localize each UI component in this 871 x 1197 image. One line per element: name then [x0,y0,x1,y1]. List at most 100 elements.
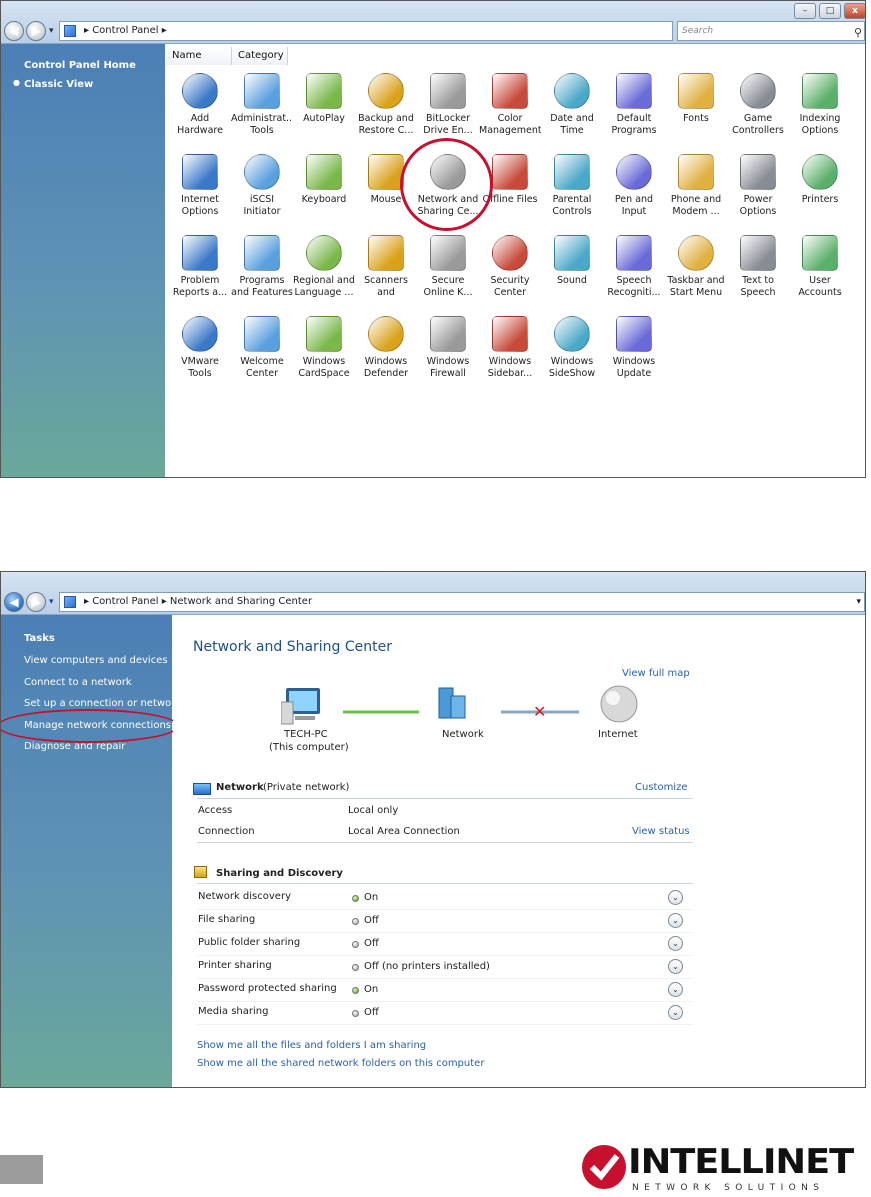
network-sharing-center-window: ◀ ▶ ▾ ▸ Control Panel ▸ Network and Shar… [0,571,866,1088]
close-button[interactable]: x [844,3,865,19]
show-shared-folders-link[interactable]: Show me all the shared network folders o… [197,1058,484,1069]
sharing-row-label: Public folder sharing [198,937,301,948]
cp-item-internet-options[interactable]: Internet Options [169,154,231,218]
cp-item-label: Taskbar and Start Menu [667,275,725,298]
cp-item-label: Windows SideShow [548,356,596,379]
back-button[interactable]: ◀ [4,21,24,41]
cp-item-pen-input[interactable]: Pen and Input Devices [603,154,665,218]
cp-item-programs-features[interactable]: Programs and Features [231,235,293,299]
expand-chevron-icon[interactable]: ⌄ [668,936,683,951]
breadcrumb-control-panel[interactable]: Control Panel [92,596,158,607]
cp-item-firewall[interactable]: Windows Firewall [417,316,479,380]
cp-item-bitlocker[interactable]: BitLocker Drive En... [417,73,479,137]
cp-item-windows-update[interactable]: Windows Update [603,316,665,380]
cp-item-text-to-speech[interactable]: Text to Speech [727,235,789,299]
cp-item-sidebar[interactable]: Windows Sidebar... [479,316,541,380]
breadcrumb-network-sharing[interactable]: Network and Sharing Center [170,596,312,607]
sharing-row-status: On [364,892,379,903]
back-button[interactable]: ◀ [4,592,24,612]
cp-item-scanner-camera[interactable]: Scanners and Cameras [355,235,417,299]
cp-item-user-accounts[interactable]: User Accounts [789,235,851,299]
column-header-name[interactable]: Name [166,47,232,65]
recent-pages-dropdown[interactable]: ▾ [49,597,54,607]
cp-item-date-time[interactable]: Date and Time [541,73,603,137]
sharing-row-status: Off [364,915,379,926]
view-full-map-link[interactable]: View full map [622,668,690,679]
cp-item-color-management[interactable]: Color Management [479,73,541,137]
cp-item-defender[interactable]: Windows Defender [355,316,417,380]
keyboard-icon [306,154,342,190]
customize-link[interactable]: Customize [635,782,688,793]
cp-item-printer[interactable]: Printers [789,154,851,218]
cp-item-power-options[interactable]: Power Options [727,154,789,218]
address-bar-area: ◀ ▶ ▾ ▸ Control Panel ▸ Network and Shar… [1,572,865,615]
status-on-icon [352,895,359,902]
cp-item-game-controller[interactable]: Game Controllers [727,73,789,137]
cp-item-sideshow[interactable]: Windows SideShow [541,316,603,380]
recent-pages-dropdown[interactable]: ▾ [49,26,54,36]
cp-item-default-programs[interactable]: Default Programs [603,73,665,137]
cp-item-secure-online-key[interactable]: Secure Online K... [417,235,479,299]
cp-item-sound[interactable]: Sound [541,235,603,299]
cp-item-autoplay[interactable]: AutoPlay [293,73,355,137]
cp-item-welcome-center[interactable]: Welcome Center [231,316,293,380]
connection-value: Local Area Connection [348,826,460,837]
network-name: Network [216,782,264,793]
expand-chevron-icon[interactable]: ⌄ [668,890,683,905]
network-icon [64,596,76,608]
sharing-row-label: Password protected sharing [198,983,337,994]
sidebar-control-panel-home[interactable]: Control Panel Home [24,60,136,71]
cp-item-vmware-tools[interactable]: VMware Tools [169,316,231,380]
brand-tagline: NETWORK SOLUTIONS [632,1183,825,1193]
text-to-speech-icon [740,235,776,271]
internet-options-icon [182,154,218,190]
cp-item-keyboard[interactable]: Keyboard [293,154,355,218]
sidebar-icon [492,316,528,352]
cp-item-cardspace[interactable]: Windows CardSpace [293,316,355,380]
cp-item-problem-reports[interactable]: Problem Reports a... [169,235,231,299]
cp-item-security-center[interactable]: Security Center [479,235,541,299]
column-header-category[interactable]: Category [232,47,288,65]
search-input[interactable]: Search ⚲ [677,21,865,41]
security-center-icon [492,235,528,271]
cp-item-label: Windows Defender [363,356,409,379]
cp-item-regional-language[interactable]: Regional and Language ... [293,235,355,299]
address-dropdown-icon[interactable]: ▾ [856,593,861,611]
forward-button[interactable]: ▶ [26,592,46,612]
cp-item-label: iSCSI Initiator [243,194,281,217]
cp-item-label: Keyboard [301,194,347,205]
show-shared-files-link[interactable]: Show me all the files and folders I am s… [197,1040,426,1051]
parental-controls-icon [554,154,590,190]
expand-chevron-icon[interactable]: ⌄ [668,982,683,997]
search-icon[interactable]: ⚲ [854,24,862,42]
task-setup-connection[interactable]: Set up a connection or network [24,698,181,709]
expand-chevron-icon[interactable]: ⌄ [668,1005,683,1020]
forward-button[interactable]: ▶ [26,21,46,41]
cp-item-parental-controls[interactable]: Parental Controls [541,154,603,218]
address-field[interactable]: ▸ Control Panel ▸ Network and Sharing Ce… [59,592,865,612]
cp-item-add-hardware[interactable]: Add Hardware [169,73,231,137]
sharing-row: Media sharing Off ⌄ [197,1001,692,1025]
cp-item-label: Security Center [490,275,530,298]
cp-item-taskbar-start-menu[interactable]: Taskbar and Start Menu [665,235,727,299]
task-connect-network[interactable]: Connect to a network [24,677,132,688]
expand-chevron-icon[interactable]: ⌄ [668,913,683,928]
cp-item-administrative-tools[interactable]: Administrat... Tools [231,73,293,137]
minimize-button[interactable]: – [794,3,816,19]
welcome-center-icon [244,316,280,352]
expand-chevron-icon[interactable]: ⌄ [668,959,683,974]
maximize-button[interactable]: □ [819,3,841,19]
cp-item-speech-recognition[interactable]: Speech Recogniti... [603,235,665,299]
breadcrumb-control-panel[interactable]: Control Panel [92,25,158,36]
sidebar-classic-view[interactable]: Classic View [24,79,93,90]
cp-item-fonts[interactable]: Fonts [665,73,727,137]
view-status-link[interactable]: View status [632,826,690,837]
pen-input-icon [616,154,652,190]
address-field[interactable]: ▸ Control Panel ▸ [59,21,673,41]
cp-item-label: Pen and Input Devices [614,194,654,217]
task-view-computers[interactable]: View computers and devices [24,655,168,666]
cp-item-indexing-options[interactable]: Indexing Options [789,73,851,137]
cp-item-backup-restore[interactable]: Backup and Restore C... [355,73,417,137]
cp-item-phone-modem[interactable]: Phone and Modem ... [665,154,727,218]
cp-item-iscsi-initiator[interactable]: iSCSI Initiator [231,154,293,218]
